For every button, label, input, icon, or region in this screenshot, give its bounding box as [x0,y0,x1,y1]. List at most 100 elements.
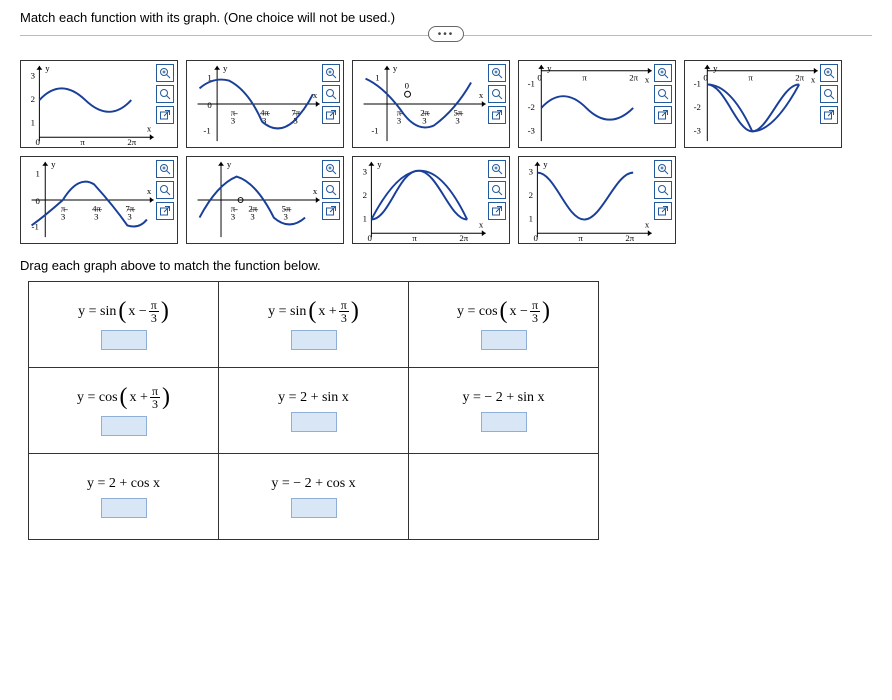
svg-text:x: x [479,219,484,229]
equation-label: y = sin (x − π3) [78,299,169,324]
svg-text:0: 0 [533,233,538,243]
svg-text:y: y [227,159,232,169]
svg-text:2π: 2π [625,233,634,243]
collapse-pill[interactable]: ••• [428,26,464,42]
equation-label: y = − 2 + cos x [271,476,355,492]
zoom-reset-icon[interactable] [488,85,506,103]
svg-text:π3: π3 [231,204,236,222]
svg-text:7π3: 7π3 [125,204,134,222]
graph-tile-4[interactable]: -1-2-3 0π2π xy [518,60,676,148]
graph-tile-1[interactable]: 321 0π2π xy [20,60,178,148]
open-external-icon[interactable] [488,106,506,124]
svg-text:1: 1 [529,214,533,224]
svg-text:y: y [377,159,382,169]
svg-text:-1: -1 [371,125,378,135]
zoom-in-icon[interactable] [488,160,506,178]
svg-text:0: 0 [405,80,410,90]
svg-text:y: y [45,63,50,73]
svg-text:-3: -3 [528,125,536,135]
svg-text:x: x [147,186,152,196]
svg-text:0: 0 [367,233,372,243]
svg-text:2: 2 [529,190,533,200]
svg-text:-1: -1 [203,125,210,135]
svg-text:-1: -1 [528,78,535,88]
dropzone[interactable] [101,498,147,518]
target-cell: y = 2 + sin x [219,368,409,454]
svg-text:1: 1 [31,118,35,128]
svg-text:y: y [223,63,228,73]
svg-text:1: 1 [35,169,39,179]
open-external-icon[interactable] [488,202,506,220]
svg-text:2: 2 [31,94,35,104]
svg-text:π: π [582,73,587,83]
answer-table: y = sin (x − π3) y = sin (x + π3) y = co… [28,281,599,540]
dropzone[interactable] [101,330,147,350]
zoom-in-icon[interactable] [654,64,672,82]
zoom-reset-icon[interactable] [654,85,672,103]
zoom-in-icon[interactable] [156,160,174,178]
zoom-reset-icon[interactable] [820,85,838,103]
dropzone[interactable] [291,330,337,350]
svg-text:π: π [578,233,583,243]
open-external-icon[interactable] [322,106,340,124]
dropzone[interactable] [481,330,527,350]
zoom-in-icon[interactable] [156,64,174,82]
zoom-reset-icon[interactable] [322,181,340,199]
svg-text:2: 2 [363,190,367,200]
zoom-reset-icon[interactable] [156,181,174,199]
open-external-icon[interactable] [654,202,672,220]
svg-text:x: x [811,75,816,85]
equation-label: y = 2 + sin x [278,390,349,406]
zoom-in-icon[interactable] [322,160,340,178]
equation-label: y = cos (x + π3) [77,385,170,410]
target-cell: y = cos (x + π3) [29,368,219,454]
svg-text:π: π [412,233,417,243]
graph-tile-9[interactable]: 321 0π2π xy [518,156,676,244]
svg-text:1: 1 [375,73,379,83]
dropzone[interactable] [291,412,337,432]
svg-text:3: 3 [363,167,368,177]
graph-tile-6[interactable]: 10-1 π3 4π3 7π3 xy [20,156,178,244]
svg-text:2π: 2π [795,73,804,83]
graph-row-2: 10-1 π3 4π3 7π3 xy π3 2π3 5π3 xy [20,156,872,244]
zoom-in-icon[interactable] [322,64,340,82]
svg-text:0: 0 [207,100,212,110]
zoom-reset-icon[interactable] [322,85,340,103]
target-cell: y = cos (x − π3) [409,282,599,368]
graph-tile-3[interactable]: 1-1 π3 2π3 5π3 xy 0 [352,60,510,148]
svg-text:y: y [51,159,56,169]
svg-text:0: 0 [35,137,40,147]
zoom-in-icon[interactable] [488,64,506,82]
dropzone[interactable] [101,416,147,436]
open-external-icon[interactable] [322,202,340,220]
open-external-icon[interactable] [156,202,174,220]
zoom-reset-icon[interactable] [488,181,506,199]
zoom-reset-icon[interactable] [654,181,672,199]
svg-text:-1: -1 [694,78,701,88]
graph-tile-8[interactable]: 321 0π2π xy [352,156,510,244]
dropzone[interactable] [481,412,527,432]
svg-text:-2: -2 [694,102,701,112]
svg-text:-3: -3 [694,125,702,135]
svg-text:x: x [479,90,484,100]
svg-text:y: y [393,63,398,73]
graph-tile-5[interactable]: -1-2-3 0π2π xy [684,60,842,148]
zoom-in-icon[interactable] [654,160,672,178]
target-cell: y = 2 + cos x [29,454,219,540]
svg-text:0: 0 [537,73,542,83]
dropzone[interactable] [291,498,337,518]
svg-text:y: y [543,159,548,169]
open-external-icon[interactable] [820,106,838,124]
zoom-reset-icon[interactable] [156,85,174,103]
svg-text:0: 0 [35,196,40,206]
graph-tile-7[interactable]: π3 2π3 5π3 xy [186,156,344,244]
open-external-icon[interactable] [654,106,672,124]
open-external-icon[interactable] [156,106,174,124]
equation-label: y = 2 + cos x [87,476,160,492]
target-cell-empty [409,454,599,540]
svg-text:x: x [645,75,650,85]
graph-tile-2[interactable]: 10-1 π3 4π3 7π3 xy [186,60,344,148]
target-cell: y = − 2 + cos x [219,454,409,540]
zoom-in-icon[interactable] [820,64,838,82]
svg-text:0: 0 [703,73,708,83]
